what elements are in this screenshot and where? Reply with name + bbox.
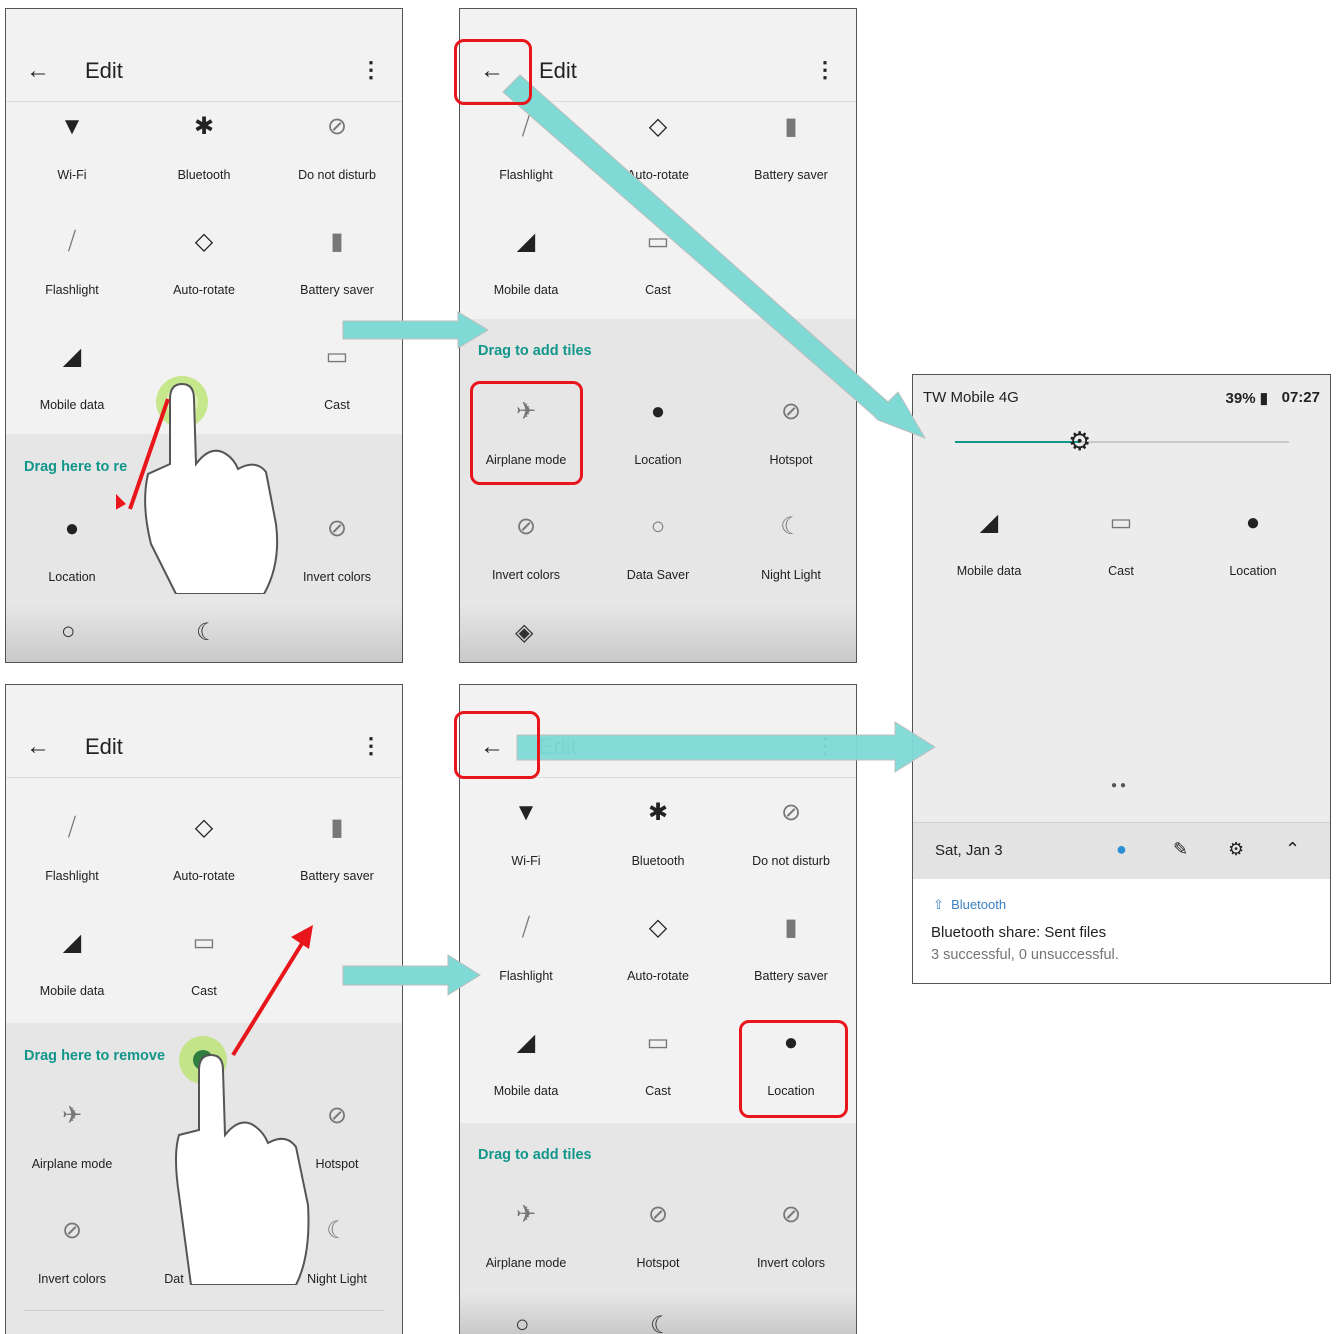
- highlight-back-button-2: [454, 711, 540, 779]
- highlight-back-button: [454, 39, 532, 105]
- highlight-location: [739, 1020, 848, 1118]
- highlight-airplane-mode: [470, 381, 583, 485]
- annotation-overlay: [342, 74, 936, 996]
